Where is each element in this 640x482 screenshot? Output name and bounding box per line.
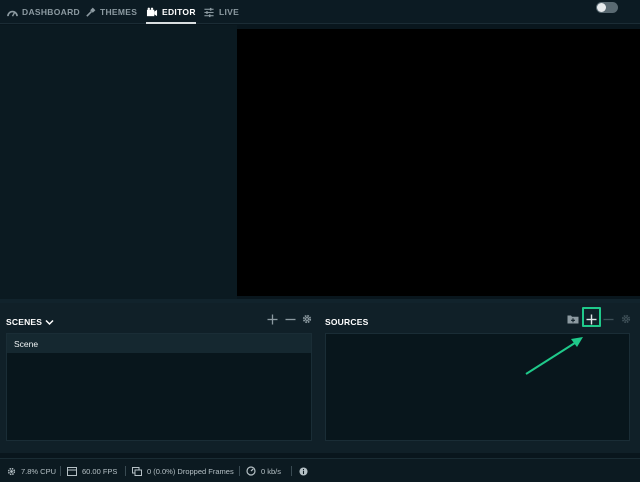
cpu-stat: 7.8% CPU	[6, 459, 56, 482]
scenes-title-label: SCENES	[6, 317, 43, 327]
scene-label: Scene	[14, 338, 39, 349]
bitrate-label: 0 kb/s	[261, 466, 282, 476]
sources-title-label: SOURCES	[325, 317, 369, 327]
status-bar: 7.8% CPU 60.00 FPS 0 (0.0%) Dropped Fram…	[0, 458, 640, 482]
nav-themes[interactable]: THEMES	[84, 0, 137, 24]
remove-source-button[interactable]	[601, 312, 615, 326]
nav-editor-label: EDITOR	[162, 7, 196, 17]
nav-live[interactable]: LIVE	[203, 0, 239, 24]
status-divider	[291, 466, 292, 476]
cpu-icon	[6, 466, 16, 476]
themes-icon	[84, 6, 96, 18]
theme-toggle[interactable]	[596, 2, 618, 13]
nav-themes-label: THEMES	[100, 7, 138, 17]
pointer-arrow-icon	[525, 337, 583, 375]
dropped-frames-stat: 0 (0.0%) Dropped Frames	[132, 459, 234, 482]
plus-icon	[267, 314, 277, 324]
app-window: DASHBOARD THEMES EDITOR LIVE SCENES Scen…	[0, 0, 640, 482]
toggle-knob	[597, 3, 606, 12]
top-nav: DASHBOARD THEMES EDITOR LIVE	[0, 0, 640, 24]
scene-settings-button[interactable]	[300, 312, 314, 326]
editor-icon	[146, 6, 158, 18]
scenes-list: Scene	[6, 333, 312, 441]
info-button[interactable]	[298, 459, 313, 482]
stream-preview[interactable]	[237, 29, 640, 296]
bitrate-stat: 0 kb/s	[246, 459, 281, 482]
gear-icon	[621, 314, 631, 324]
sources-title: SOURCES	[325, 317, 368, 327]
nav-live-label: LIVE	[219, 7, 240, 17]
fps-stat: 60.00 FPS	[67, 459, 117, 482]
add-source-highlight	[582, 307, 601, 327]
add-folder-button[interactable]	[566, 312, 580, 326]
source-settings-button[interactable]	[619, 312, 633, 326]
dropped-frames-icon	[132, 466, 142, 476]
gear-icon	[302, 314, 312, 324]
live-icon	[203, 6, 215, 18]
folder-add-icon	[567, 315, 579, 324]
bitrate-icon	[246, 466, 256, 476]
minus-icon	[603, 318, 613, 320]
fps-icon	[67, 466, 77, 476]
add-scene-button[interactable]	[265, 312, 279, 326]
remove-scene-button[interactable]	[283, 312, 297, 326]
chevron-down-icon	[45, 319, 54, 326]
dashboard-icon	[6, 6, 18, 18]
cpu-label: 7.8% CPU	[21, 466, 57, 476]
editor-left-area	[0, 25, 237, 299]
status-divider	[239, 466, 240, 476]
nav-dashboard[interactable]: DASHBOARD	[6, 0, 80, 24]
status-divider	[60, 466, 61, 476]
fps-label: 60.00 FPS	[82, 466, 118, 476]
nav-editor[interactable]: EDITOR	[146, 0, 196, 24]
nav-dashboard-label: DASHBOARD	[22, 7, 80, 17]
minus-icon	[285, 318, 295, 320]
list-item[interactable]: Scene	[7, 334, 311, 353]
scenes-title[interactable]: SCENES	[6, 317, 54, 327]
dropped-frames-label: 0 (0.0%) Dropped Frames	[147, 466, 234, 476]
status-divider	[125, 466, 126, 476]
info-icon	[298, 466, 308, 476]
